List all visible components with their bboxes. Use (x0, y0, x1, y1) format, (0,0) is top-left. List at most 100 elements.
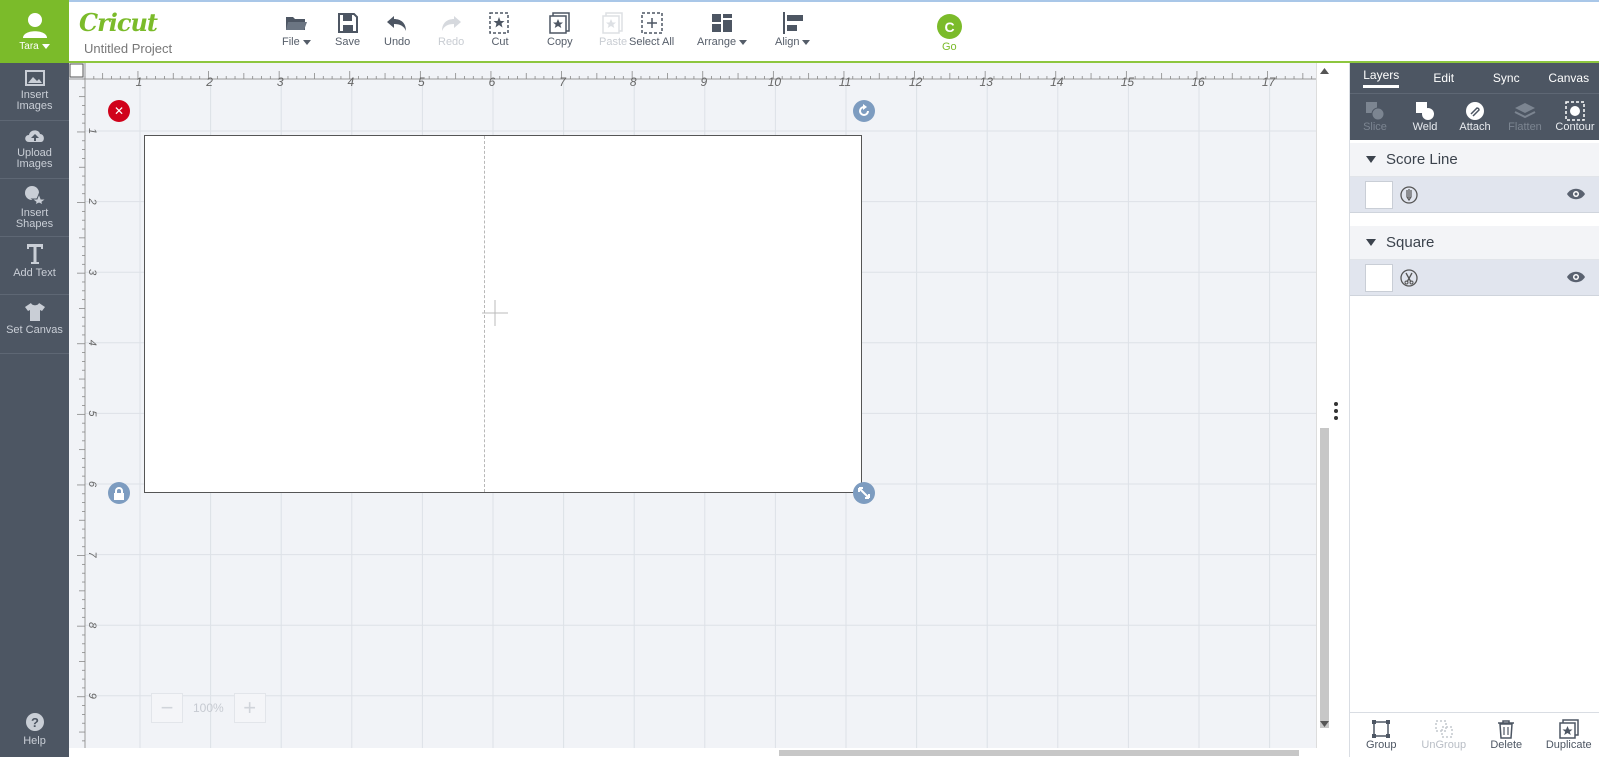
copy-label: Copy (547, 36, 573, 48)
horizontal-scrollbar[interactable] (69, 748, 1330, 757)
duplicate-button[interactable]: Duplicate (1538, 713, 1599, 757)
sidebar-add-text[interactable]: Add Text (0, 237, 69, 295)
contour-label: Contour (1555, 121, 1595, 133)
scissors-icon[interactable] (1399, 268, 1419, 288)
cut-button[interactable]: Cut (489, 10, 511, 48)
duplicate-icon (1559, 719, 1579, 739)
layers-panel: Layers Edit Sync Canvas Slice Weld Attac… (1349, 63, 1599, 757)
delete-handle[interactable]: ✕ (108, 100, 130, 122)
select-all-button[interactable]: Select All (629, 10, 674, 48)
save-button[interactable]: Save (335, 10, 360, 48)
user-avatar-icon (22, 13, 47, 38)
sidebar-upload-images[interactable]: Upload Images (0, 121, 69, 179)
layer-row-score-line[interactable] (1350, 177, 1599, 213)
tab-sync[interactable]: Sync (1475, 63, 1538, 93)
tab-layers[interactable]: Layers (1350, 63, 1413, 93)
undo-label: Undo (384, 36, 411, 48)
cut-label: Cut (491, 36, 509, 48)
group-label: Group (1365, 739, 1397, 751)
cricut-logo: Cricut (79, 8, 158, 37)
collapse-triangle-icon (1366, 239, 1376, 246)
image-icon (24, 70, 45, 86)
ruler-left-label: 4 (86, 340, 98, 346)
ruler-top-label: 10 (768, 75, 782, 89)
help-label: Help (23, 735, 46, 747)
layer-group-name: Square (1386, 234, 1435, 251)
design-canvas[interactable]: 1 2 3 4 5 6 7 8 9 10 11 12 13 14 15 16 17 1 2 3 4 5 6 7 8 9 ✕ − 1… (69, 63, 1316, 752)
go-label: Go (942, 41, 957, 53)
sidebar-set-canvas[interactable]: Set Canvas (0, 296, 69, 354)
panel-resize-handle[interactable] (1334, 402, 1340, 420)
rotate-icon (859, 104, 869, 116)
ruler-left-label: 8 (86, 622, 98, 629)
tab-edit[interactable]: Edit (1413, 63, 1476, 93)
slice-button[interactable]: Slice (1350, 94, 1400, 140)
rotate-handle[interactable] (853, 100, 875, 122)
weld-button[interactable]: Weld (1400, 94, 1450, 140)
horizontal-scroll-thumb[interactable] (779, 750, 1299, 756)
dot-icon (1334, 409, 1338, 413)
zoom-controls: − 100% + (151, 693, 266, 723)
arrange-menu[interactable]: Arrange (697, 10, 748, 48)
layer-group-score-line[interactable]: Score Line (1350, 143, 1599, 177)
group-button[interactable]: Group (1350, 713, 1413, 757)
file-menu[interactable]: File (282, 10, 311, 48)
paste-button[interactable]: Paste (599, 10, 627, 48)
layer-color-swatch[interactable] (1365, 180, 1393, 209)
layer-row-square[interactable] (1350, 260, 1599, 296)
ruler-left-label: 1 (86, 128, 98, 134)
delete-button[interactable]: Delete (1475, 713, 1538, 757)
tab-canvas[interactable]: Canvas (1538, 63, 1599, 93)
sidebar-item-label: Shapes (15, 218, 54, 230)
zoom-in-button[interactable]: + (233, 693, 266, 723)
layer-color-swatch[interactable] (1365, 263, 1393, 292)
arrange-label: Arrange (697, 36, 737, 48)
layer-group-square[interactable]: Square (1350, 226, 1599, 260)
help-icon: ? (25, 713, 44, 731)
eye-icon[interactable] (1566, 270, 1586, 284)
sidebar-insert-shapes[interactable]: Insert Shapes (0, 179, 69, 237)
chevron-down-icon (302, 39, 311, 45)
help-button[interactable]: ? Help (0, 712, 69, 757)
project-title[interactable]: Untitled Project (84, 41, 172, 56)
sidebar-insert-images[interactable]: Insert Images (0, 63, 69, 121)
contour-button[interactable]: Contour (1550, 94, 1599, 140)
paste-icon (602, 12, 623, 34)
cloud-upload-icon (24, 130, 44, 142)
ruler-left (69, 63, 85, 752)
dot-icon (1334, 402, 1338, 406)
chevron-down-icon (739, 39, 748, 45)
chevron-down-icon (41, 43, 50, 49)
redo-button[interactable]: Redo (438, 10, 464, 48)
flatten-button[interactable]: Flatten (1500, 94, 1550, 140)
eye-icon[interactable] (1566, 187, 1586, 201)
ruler-corner (69, 63, 84, 78)
go-button[interactable]: C (937, 14, 962, 39)
resize-handle[interactable] (853, 482, 875, 504)
ruler-left-label: 9 (86, 693, 98, 699)
ruler-top-label: 8 (630, 75, 637, 89)
file-label: File (282, 36, 300, 48)
tab-label: Canvas (1548, 71, 1590, 85)
score-pen-icon[interactable] (1399, 185, 1419, 205)
ruler-top-label: 1 (136, 75, 143, 89)
user-name: Tara (19, 41, 39, 52)
ruler-left-label: 3 (86, 269, 98, 276)
ruler-left-label: 7 (86, 552, 98, 559)
copy-button[interactable]: Copy (547, 10, 573, 48)
zoom-level: 100% (193, 701, 224, 715)
lock-handle[interactable] (108, 482, 130, 504)
shapes-icon (24, 186, 46, 205)
align-menu[interactable]: Align (775, 10, 811, 48)
left-sidebar: Tara Insert Images Upload Images Insert … (0, 0, 69, 757)
ungroup-label: UnGroup (1421, 739, 1467, 751)
zoom-out-button[interactable]: − (151, 693, 183, 723)
undo-button[interactable]: Undo (384, 10, 410, 48)
vertical-scroll-thumb[interactable] (1320, 428, 1329, 728)
align-label: Align (775, 36, 800, 48)
vertical-scrollbar[interactable] (1316, 63, 1330, 752)
ungroup-button[interactable]: UnGroup (1413, 713, 1476, 757)
ruler-top-label: 15 (1121, 75, 1135, 89)
attach-button[interactable]: Attach (1450, 94, 1500, 140)
user-menu[interactable]: Tara (0, 0, 69, 63)
